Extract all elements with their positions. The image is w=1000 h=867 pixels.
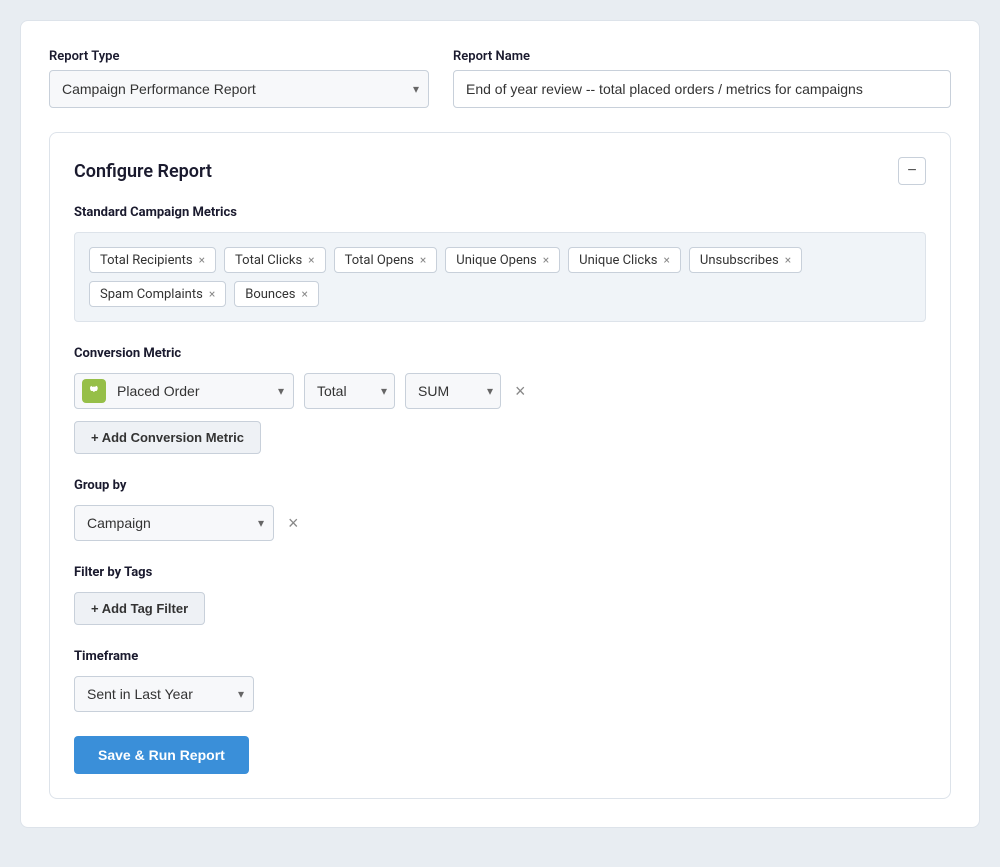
- timeframe-select-wrapper: Sent in Last Year Sent in Last 30 Days S…: [74, 676, 254, 712]
- timeframe-section: Timeframe Sent in Last Year Sent in Last…: [74, 649, 926, 712]
- report-name-label: Report Name: [453, 49, 951, 64]
- placed-order-select-wrapper: Placed Order Viewed Product Added to Car…: [74, 373, 294, 409]
- add-conversion-metric-button[interactable]: + Add Conversion Metric: [74, 421, 261, 454]
- placed-order-select[interactable]: Placed Order Viewed Product Added to Car…: [74, 373, 294, 409]
- remove-total-opens-icon[interactable]: ×: [420, 254, 426, 266]
- group-by-select[interactable]: Campaign Tag Date: [74, 505, 274, 541]
- shopify-icon: [82, 379, 106, 403]
- collapse-button[interactable]: −: [898, 157, 926, 185]
- metric-tag-total-opens: Total Opens ×: [334, 247, 438, 273]
- timeframe-select[interactable]: Sent in Last Year Sent in Last 30 Days S…: [74, 676, 254, 712]
- save-run-button[interactable]: Save & Run Report: [74, 736, 249, 774]
- filter-tags-label: Filter by Tags: [74, 565, 926, 580]
- remove-unsubscribes-icon[interactable]: ×: [785, 254, 791, 266]
- report-name-field: Report Name: [453, 49, 951, 108]
- configure-header: Configure Report −: [74, 157, 926, 185]
- metric-tag-unique-opens: Unique Opens ×: [445, 247, 560, 273]
- configure-title: Configure Report: [74, 161, 212, 182]
- group-by-section: Group by Campaign Tag Date ▾ ×: [74, 478, 926, 541]
- metric-tag-total-clicks: Total Clicks ×: [224, 247, 326, 273]
- group-by-row: Campaign Tag Date ▾ ×: [74, 505, 926, 541]
- report-type-select-wrapper: Campaign Performance Report Contact Perf…: [49, 70, 429, 108]
- configure-panel: Configure Report − Standard Campaign Met…: [49, 132, 951, 799]
- group-by-label: Group by: [74, 478, 926, 493]
- standard-metrics-label: Standard Campaign Metrics: [74, 205, 926, 220]
- metric-tag-unsubscribes: Unsubscribes ×: [689, 247, 802, 273]
- function-select[interactable]: SUM AVG COUNT: [405, 373, 501, 409]
- remove-total-clicks-icon[interactable]: ×: [308, 254, 314, 266]
- remove-unique-clicks-icon[interactable]: ×: [664, 254, 670, 266]
- metric-tag-label: Unique Opens: [456, 253, 536, 268]
- top-row: Report Type Campaign Performance Report …: [49, 49, 951, 108]
- metric-tag-bounces: Bounces ×: [234, 281, 319, 307]
- metric-tag-label: Total Clicks: [235, 253, 302, 268]
- metric-tag-label: Spam Complaints: [100, 287, 203, 302]
- remove-group-by-button[interactable]: ×: [284, 510, 303, 536]
- remove-conversion-metric-button[interactable]: ×: [511, 378, 530, 404]
- add-tag-filter-button[interactable]: + Add Tag Filter: [74, 592, 205, 625]
- page-container: Report Type Campaign Performance Report …: [20, 20, 980, 828]
- metric-tag-label: Total Recipients: [100, 253, 193, 268]
- aggregate-select-wrapper: Total Unique ▾: [304, 373, 395, 409]
- metric-tag-label: Unsubscribes: [700, 253, 779, 268]
- report-name-input[interactable]: [453, 70, 951, 108]
- remove-spam-complaints-icon[interactable]: ×: [209, 288, 215, 300]
- filter-tags-section: Filter by Tags + Add Tag Filter: [74, 565, 926, 625]
- conversion-metric-section: Conversion Metric Placed Order Viewed Pr…: [74, 346, 926, 454]
- timeframe-label: Timeframe: [74, 649, 926, 664]
- remove-unique-opens-icon[interactable]: ×: [543, 254, 549, 266]
- metric-tag-label: Bounces: [245, 287, 295, 302]
- metrics-area: Total Recipients × Total Clicks × Total …: [74, 232, 926, 322]
- remove-bounces-icon[interactable]: ×: [302, 288, 308, 300]
- aggregate-select[interactable]: Total Unique: [304, 373, 395, 409]
- report-type-field: Report Type Campaign Performance Report …: [49, 49, 429, 108]
- report-type-label: Report Type: [49, 49, 429, 64]
- conversion-metric-label: Conversion Metric: [74, 346, 926, 361]
- metric-tag-total-recipients: Total Recipients ×: [89, 247, 216, 273]
- metric-tag-spam-complaints: Spam Complaints ×: [89, 281, 226, 307]
- metric-tag-unique-clicks: Unique Clicks ×: [568, 247, 681, 273]
- group-by-select-wrapper: Campaign Tag Date ▾: [74, 505, 274, 541]
- metric-tag-label: Total Opens: [345, 253, 414, 268]
- standard-metrics-section: Standard Campaign Metrics Total Recipien…: [74, 205, 926, 322]
- metric-tag-label: Unique Clicks: [579, 253, 657, 268]
- conversion-metric-row: Placed Order Viewed Product Added to Car…: [74, 373, 926, 409]
- report-type-select[interactable]: Campaign Performance Report Contact Perf…: [49, 70, 429, 108]
- remove-total-recipients-icon[interactable]: ×: [199, 254, 205, 266]
- function-select-wrapper: SUM AVG COUNT ▾: [405, 373, 501, 409]
